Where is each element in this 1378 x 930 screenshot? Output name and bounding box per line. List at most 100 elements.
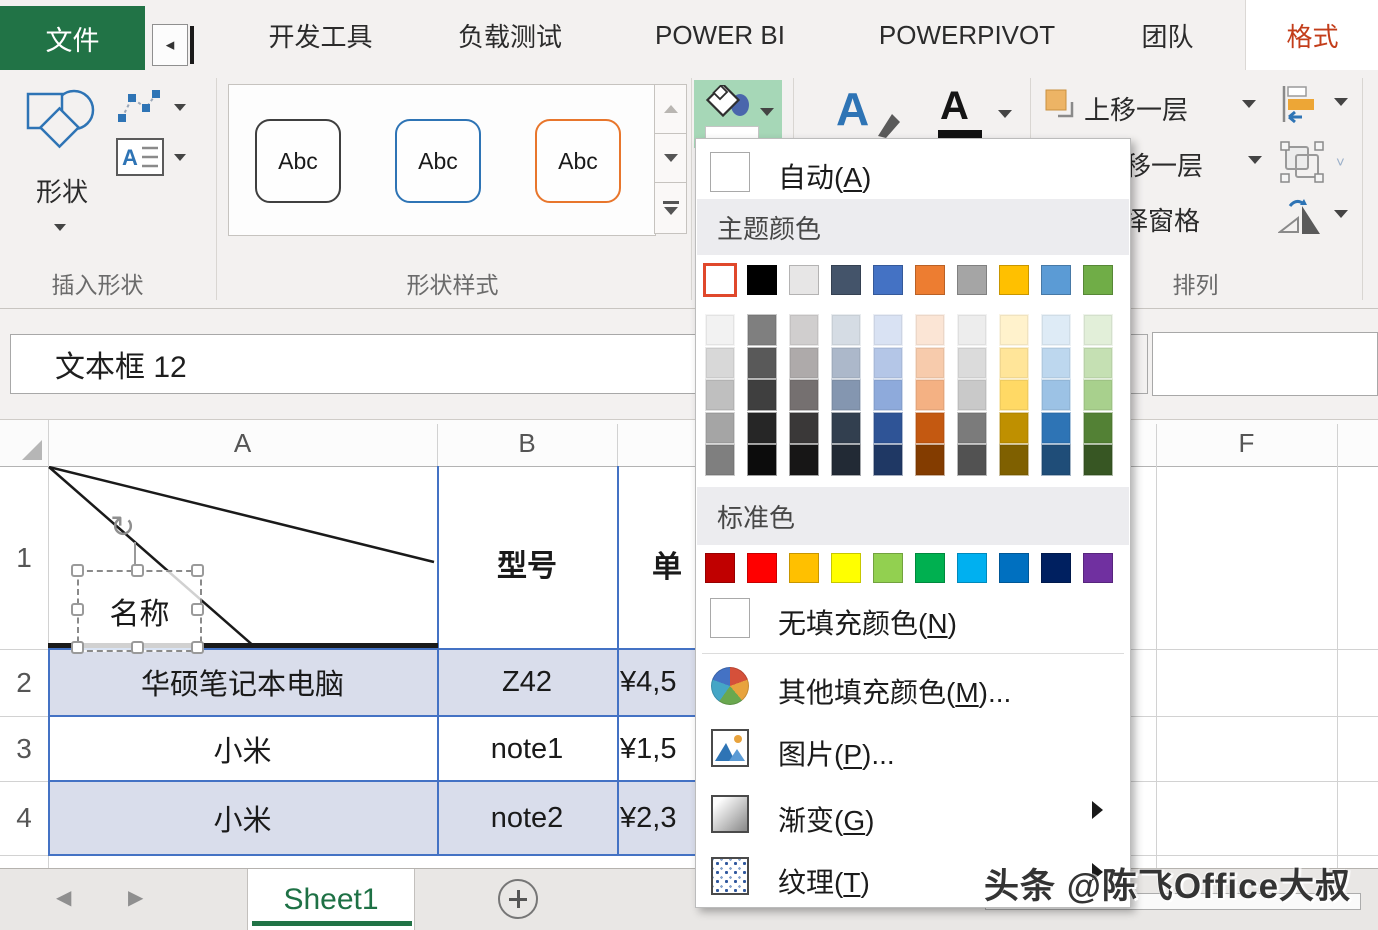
cell-c2-partial[interactable]: ¥4,5 [620,666,676,699]
theme-tint-swatch[interactable] [747,347,777,379]
theme-tint-swatch[interactable] [1041,314,1071,346]
theme-tint-swatch[interactable] [915,412,945,444]
theme-color-swatch[interactable] [1041,265,1071,295]
bring-forward-button[interactable]: 上移一层 [1040,86,1280,128]
cell-a2[interactable]: 华硕笔记本电脑 [48,660,437,704]
theme-tint-swatch[interactable] [873,379,903,411]
formula-bar-splitter[interactable] [1128,334,1148,394]
standard-color-swatch[interactable] [789,553,819,583]
resize-handle[interactable] [71,641,84,654]
theme-tint-swatch[interactable] [705,314,735,346]
theme-color-swatch[interactable] [873,265,903,295]
chevron-down-icon[interactable] [1334,98,1348,106]
column-header-a[interactable]: A [48,420,437,466]
theme-tint-swatch[interactable] [747,379,777,411]
standard-color-swatch[interactable] [1083,553,1113,583]
menu-item-automatic[interactable]: 自动(A) [696,147,1130,197]
row-header-3[interactable]: 3 [0,716,48,781]
theme-tint-swatch[interactable] [831,314,861,346]
resize-handle[interactable] [71,603,84,616]
cell-b3[interactable]: note1 [437,727,617,771]
theme-tint-swatch[interactable] [873,347,903,379]
edit-shape-button[interactable] [116,88,194,132]
menu-item-gradient[interactable]: 渐变(G) [696,787,1130,843]
theme-tint-swatch[interactable] [831,444,861,476]
theme-tint-swatch[interactable] [705,347,735,379]
cell-b4[interactable]: note2 [437,796,617,840]
theme-tint-swatch[interactable] [999,444,1029,476]
theme-color-swatch[interactable] [703,263,737,297]
theme-color-swatch[interactable] [747,265,777,295]
cell-c1-partial[interactable]: 单 [652,542,682,586]
theme-tint-swatch[interactable] [747,444,777,476]
theme-tint-swatch[interactable] [747,412,777,444]
row-header-2[interactable]: 2 [0,649,48,716]
shape-style-option-3[interactable]: Abc [535,119,621,203]
standard-color-swatch[interactable] [1041,553,1071,583]
sheet-nav-left-icon[interactable]: ◀ [56,885,71,910]
theme-tint-swatch[interactable] [957,314,987,346]
tab-developer[interactable]: 开发工具 [248,10,393,60]
standard-color-swatch[interactable] [747,553,777,583]
cell-a4[interactable]: 小米 [48,796,437,840]
theme-tint-swatch[interactable] [831,412,861,444]
theme-tint-swatch[interactable] [915,444,945,476]
tab-file[interactable]: 文件 [0,6,145,70]
theme-tint-swatch[interactable] [1041,412,1071,444]
select-all-corner[interactable] [0,420,48,466]
theme-tint-swatch[interactable] [957,379,987,411]
standard-color-swatch[interactable] [915,553,945,583]
resize-handle[interactable] [191,641,204,654]
theme-color-swatch[interactable] [789,265,819,295]
theme-tint-swatch[interactable] [705,412,735,444]
standard-color-swatch[interactable] [999,553,1029,583]
selected-text-box[interactable]: 名称 [77,570,202,652]
rotate-handle-icon[interactable]: ↻ [110,510,135,545]
cell-b2[interactable]: Z42 [437,660,617,704]
theme-tint-swatch[interactable] [789,379,819,411]
shape-style-option-2[interactable]: Abc [395,119,481,203]
menu-item-more-fill-colors[interactable]: 其他填充颜色(M)... [696,661,1130,715]
chevron-down-icon[interactable]: ˅ [1336,154,1345,171]
gallery-scroll-up-button[interactable] [654,84,687,134]
tab-powerpivot[interactable]: POWERPIVOT [862,10,1072,60]
theme-color-swatch[interactable] [915,265,945,295]
shape-style-option-1[interactable]: Abc [255,119,341,203]
tab-team[interactable]: 团队 [1120,10,1215,60]
shapes-gallery-button[interactable]: 形状 [14,82,110,242]
sheet-nav-right-icon[interactable]: ▶ [128,885,143,910]
rotate-button[interactable] [1276,194,1324,238]
theme-tint-swatch[interactable] [1083,314,1113,346]
theme-tint-swatch[interactable] [1083,444,1113,476]
standard-color-swatch[interactable] [831,553,861,583]
theme-tint-swatch[interactable] [1083,379,1113,411]
theme-tint-swatch[interactable] [873,314,903,346]
theme-tint-swatch[interactable] [873,444,903,476]
theme-tint-swatch[interactable] [1041,379,1071,411]
theme-tint-swatch[interactable] [999,379,1029,411]
theme-tint-swatch[interactable] [957,444,987,476]
theme-tint-swatch[interactable] [999,314,1029,346]
align-button[interactable] [1276,82,1324,126]
text-box-button[interactable]: A [116,138,194,184]
theme-tint-swatch[interactable] [831,347,861,379]
theme-color-swatch[interactable] [999,265,1029,295]
standard-color-swatch[interactable] [957,553,987,583]
theme-tint-swatch[interactable] [831,379,861,411]
column-header-b[interactable]: B [437,420,617,466]
new-sheet-button[interactable] [498,879,538,919]
theme-tint-swatch[interactable] [705,379,735,411]
resize-handle[interactable] [131,641,144,654]
cell-b1[interactable]: 型号 [437,538,617,588]
menu-item-no-fill[interactable]: 无填充颜色(N) [696,594,1130,646]
standard-color-swatch[interactable] [873,553,903,583]
gallery-scroll-down-button[interactable] [654,133,687,183]
gallery-more-button[interactable] [654,182,687,234]
theme-tint-swatch[interactable] [789,412,819,444]
row-header-1[interactable]: 1 [0,466,48,649]
formula-bar-input[interactable] [1152,332,1378,396]
theme-tint-swatch[interactable] [915,314,945,346]
tab-load-test[interactable]: 负载测试 [445,10,575,60]
cell-c3-partial[interactable]: ¥1,5 [620,733,676,766]
resize-handle[interactable] [191,564,204,577]
